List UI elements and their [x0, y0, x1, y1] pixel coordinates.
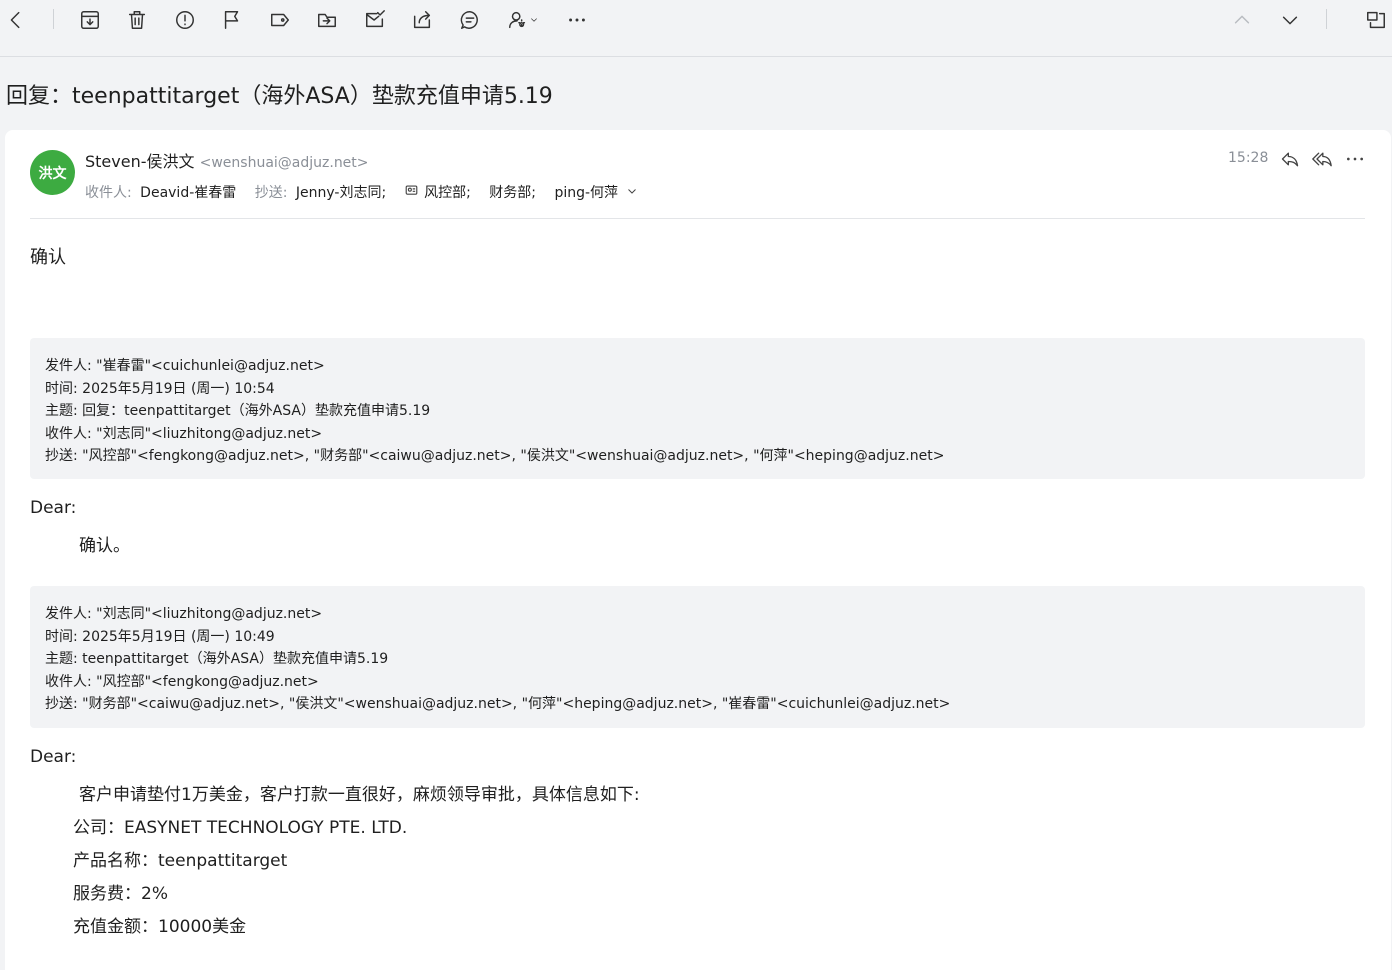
toolbar-divider [1326, 9, 1327, 29]
to-label: 收件人: [85, 185, 132, 201]
avatar[interactable]: 洪文 [30, 150, 75, 195]
quoted-header-1: 发件人: "崔春雷"<cuichunlei@adjuz.net> 时间: 202… [30, 338, 1365, 479]
flag-button[interactable] [218, 6, 246, 34]
reply-text: 确认 [30, 247, 66, 268]
back-button[interactable] [2, 6, 30, 34]
trash-icon [128, 11, 146, 29]
previous-mail-button[interactable] [1228, 6, 1256, 34]
chat-bubble-icon [460, 11, 478, 29]
archive-button[interactable] [76, 6, 104, 34]
move-folder-icon [318, 13, 336, 28]
quote-cc: 抄送: "风控部"<fengkong@adjuz.net>, "财务部"<cai… [45, 448, 945, 464]
share-icon [413, 11, 431, 29]
contact-menu-button[interactable] [503, 6, 543, 34]
mark-read-button[interactable] [361, 6, 389, 34]
toolbar-divider [53, 9, 54, 29]
sender-line: Steven-侯洪文 <wenshuai@adjuz.net> [85, 148, 369, 172]
cc-recipient[interactable]: Jenny-刘志同; [296, 185, 386, 201]
quote-subject: 主题: teenpattitarget（海外ASA）垫款充值申请5.19 [45, 651, 389, 667]
cc-label: 抄送: [254, 185, 288, 201]
cc-recipient[interactable]: 财务部; [489, 185, 536, 201]
reply-button[interactable] [1279, 148, 1301, 170]
comment-button[interactable] [456, 6, 484, 34]
cc-recipient[interactable]: ping-何萍 [554, 185, 618, 201]
toolbar [0, 0, 1392, 57]
greeting: Dear: [30, 747, 77, 767]
user-settings-icon [509, 11, 526, 29]
mail-card [5, 130, 1391, 970]
request-text: 客户申请垫付1万美金，客户打款一直很好，麻烦领导审批，具体信息如下: [79, 785, 640, 805]
mail-check-icon [366, 10, 385, 28]
more-horizontal-icon [1347, 157, 1364, 161]
to-recipient[interactable]: Deavid-崔春雷 [140, 185, 236, 201]
chevron-down-icon [531, 18, 537, 22]
mail-time: 15:28 [1228, 150, 1269, 166]
quoted-header-2: 发件人: "刘志同"<liuzhitong@adjuz.net> 时间: 202… [30, 586, 1365, 728]
quote-to: 收件人: "风控部"<fengkong@adjuz.net> [45, 673, 319, 690]
new-window-icon [1367, 11, 1385, 29]
exclamation-circle-icon [176, 11, 194, 29]
chevron-left-icon [10, 11, 20, 29]
reply-all-icon [1312, 152, 1332, 167]
recipients-line: 收件人: Deavid-崔春雷 抄送: Jenny-刘志同; 风控部; 财务部;… [85, 182, 642, 202]
quote-time: 时间: 2025年5月19日 (周一) 10:54 [45, 380, 275, 397]
tag-icon [271, 13, 289, 27]
amount-line: 充值金额：10000美金 [73, 917, 247, 937]
confirm-text: 确认。 [79, 536, 130, 556]
sender-name[interactable]: Steven-侯洪文 [85, 152, 195, 171]
mail-more-button[interactable] [1344, 148, 1366, 170]
mail-subject: 回复：teenpattitarget（海外ASA）垫款充值申请5.19 [6, 84, 553, 109]
delete-button[interactable] [123, 6, 151, 34]
group-icon [405, 185, 422, 201]
move-button[interactable] [313, 6, 341, 34]
greeting: Dear: [30, 498, 77, 518]
open-new-window-button[interactable] [1362, 6, 1390, 34]
quote-cc: 抄送: "财务部"<caiwu@adjuz.net>, "侯洪文"<wenshu… [45, 696, 951, 712]
chevron-down-icon [1282, 16, 1298, 25]
reply-all-button[interactable] [1311, 148, 1333, 170]
report-spam-button[interactable] [171, 6, 199, 34]
reply-icon [1281, 152, 1299, 167]
more-horizontal-icon [569, 18, 585, 22]
archive-icon [81, 11, 99, 29]
sender-email[interactable]: <wenshuai@adjuz.net> [200, 155, 369, 171]
flag-icon [224, 11, 239, 29]
chevron-down-icon [628, 189, 637, 194]
next-mail-button[interactable] [1276, 6, 1304, 34]
quote-from: 发件人: "崔春雷"<cuichunlei@adjuz.net> [45, 358, 325, 374]
more-actions-button[interactable] [563, 6, 591, 34]
quote-time: 时间: 2025年5月19日 (周一) 10:49 [45, 628, 275, 645]
expand-recipients-button[interactable] [626, 185, 638, 201]
quote-to: 收件人: "刘志同"<liuzhitong@adjuz.net> [45, 425, 323, 442]
chevron-up-icon [1234, 15, 1250, 24]
tag-button[interactable] [266, 6, 294, 34]
company-line: 公司：EASYNET TECHNOLOGY PTE. LTD. [73, 818, 408, 838]
fee-line: 服务费：2% [73, 884, 168, 904]
cc-recipient[interactable]: 风控部; [424, 185, 471, 201]
quote-subject: 主题: 回复：teenpattitarget（海外ASA）垫款充值申请5.19 [45, 403, 431, 419]
product-line: 产品名称：teenpattitarget [73, 851, 288, 871]
quote-from: 发件人: "刘志同"<liuzhitong@adjuz.net> [45, 606, 323, 622]
forward-button[interactable] [408, 6, 436, 34]
header-divider [30, 218, 1365, 219]
